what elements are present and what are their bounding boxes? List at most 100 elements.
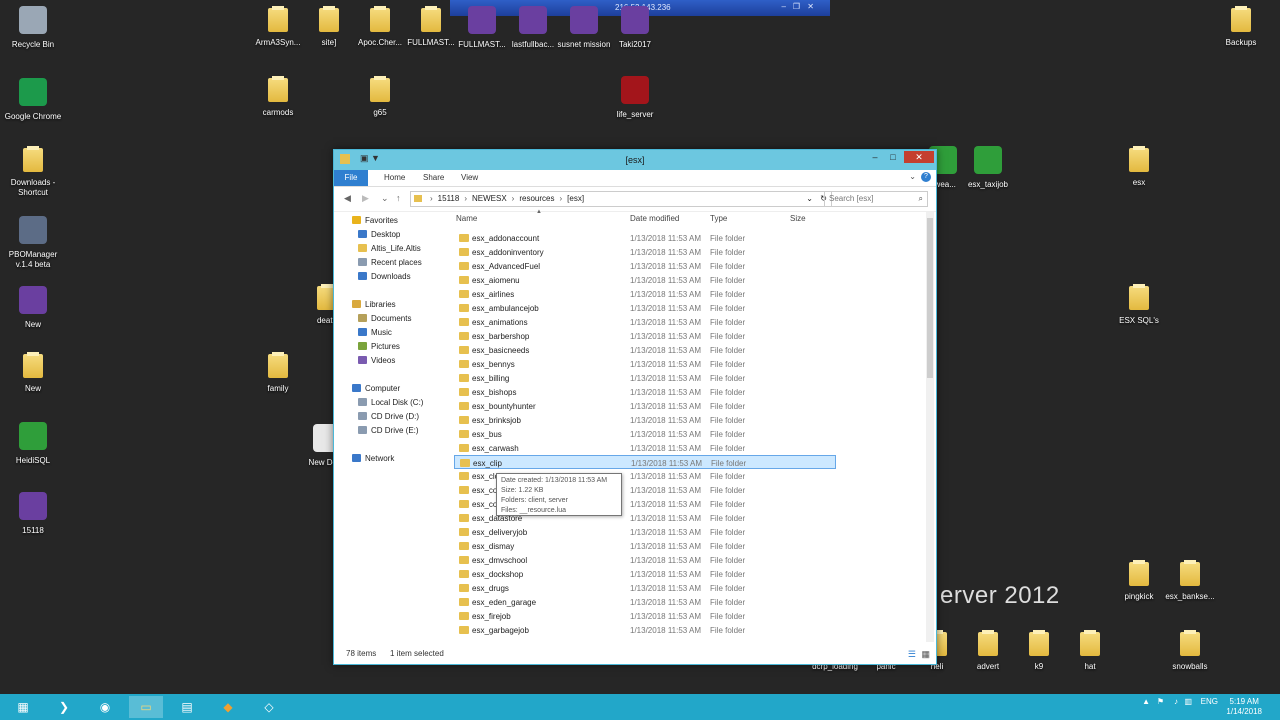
nav-item[interactable]: Altis_Life.Altis: [358, 244, 421, 253]
nav-item[interactable]: Local Disk (C:): [358, 398, 423, 407]
table-row[interactable]: esx_bishops 1/13/2018 11:53 AM File folder: [454, 385, 836, 399]
expand-ribbon-icon[interactable]: ⌄: [909, 172, 916, 181]
close-button[interactable]: ✕: [904, 151, 934, 163]
desktop-icon-item[interactable]: 15118: [0, 492, 66, 536]
nav-item[interactable]: Network: [352, 454, 394, 463]
nav-item[interactable]: Music: [358, 328, 392, 337]
table-row[interactable]: esx_deliveryjob 1/13/2018 11:53 AM File fo…: [454, 525, 836, 539]
network-status-icon[interactable]: ▥: [1184, 697, 1192, 706]
column-header-name[interactable]: Name: [456, 214, 477, 223]
nav-item[interactable]: Videos: [358, 356, 395, 365]
desktop-icon-item[interactable]: ESX SQL's: [1106, 284, 1172, 326]
desktop-icon-item[interactable]: Taki2017: [602, 6, 668, 50]
table-row[interactable]: esx_addoninventory 1/13/2018 11:53 AM File…: [454, 245, 836, 259]
table-row[interactable]: esx_eden_garage 1/13/2018 11:53 AM File fo…: [454, 595, 836, 609]
clock[interactable]: 5:19 AM 1/14/2018: [1226, 697, 1262, 717]
nav-item[interactable]: Recent places: [358, 258, 422, 267]
address-bar[interactable]: › 15118 › NEWESX › resources › [esx] ⌄ ↻: [410, 191, 832, 207]
table-row[interactable]: esx_brinksjob 1/13/2018 11:53 AM File fold…: [454, 413, 836, 427]
table-row[interactable]: esx_animations 1/13/2018 11:53 AM File fol…: [454, 315, 836, 329]
table-row[interactable]: esx_AdvancedFuel 1/13/2018 11:53 AM File f…: [454, 259, 836, 273]
breadcrumb-item[interactable]: [esx]: [567, 194, 584, 203]
table-row[interactable]: esx_clip 1/13/2018 11:53 AM File folder: [454, 455, 836, 469]
desktop-icon-item[interactable]: HeidiSQL: [0, 422, 66, 466]
app-icon[interactable]: ◇: [252, 696, 286, 718]
tray-arrow-icon[interactable]: ▲: [1142, 697, 1150, 706]
desktop-icon-item[interactable]: life_server: [602, 76, 668, 120]
nav-item[interactable]: CD Drive (E:): [358, 426, 419, 435]
powershell-icon[interactable]: ❯: [47, 696, 81, 718]
search-input[interactable]: Search [esx] ⌕: [824, 191, 928, 207]
table-row[interactable]: esx_airlines 1/13/2018 11:53 AM File folde…: [454, 287, 836, 301]
table-row[interactable]: esx_billing 1/13/2018 11:53 AM File folder: [454, 371, 836, 385]
breadcrumb-item[interactable]: NEWESX: [472, 194, 507, 203]
desktop-icon-item[interactable]: hat: [1057, 630, 1123, 672]
nav-item[interactable]: Favorites: [352, 216, 398, 225]
desktop-icon-item[interactable]: New: [0, 352, 66, 394]
nav-item[interactable]: Libraries: [352, 300, 396, 309]
column-header-size[interactable]: Size: [790, 214, 806, 223]
desktop-icon-item[interactable]: family: [245, 352, 311, 394]
desktop-icon-item[interactable]: carmods: [245, 76, 311, 118]
tab-home[interactable]: Home: [384, 173, 405, 182]
table-row[interactable]: esx_barbershop 1/13/2018 11:53 AM File fol…: [454, 329, 836, 343]
desktop-icon-item[interactable]: New: [0, 286, 66, 330]
desktop-icon-item[interactable]: esx: [1106, 146, 1172, 188]
chrome-icon[interactable]: ◉: [88, 696, 122, 718]
breadcrumb-separator[interactable]: ›: [512, 194, 515, 203]
recent-locations-icon[interactable]: ⌄: [381, 193, 389, 204]
minimize-remote-icon[interactable]: ‒: [782, 2, 786, 11]
explorer-window[interactable]: ▣ ▼ [esx] ‒ □ ✕ File Home Share View ⌄ ?…: [333, 149, 937, 665]
table-row[interactable]: esx_aiomenu 1/13/2018 11:53 AM File folder: [454, 273, 836, 287]
file-explorer-icon[interactable]: ▭: [129, 696, 163, 718]
breadcrumb-separator[interactable]: ›: [559, 194, 562, 203]
forward-icon[interactable]: ▶: [362, 193, 369, 204]
vertical-scrollbar[interactable]: [926, 212, 934, 642]
notepad-icon[interactable]: ▤: [170, 696, 204, 718]
tab-share[interactable]: Share: [423, 173, 444, 182]
restore-remote-icon[interactable]: ❐: [793, 2, 800, 11]
desktop-icon-item[interactable]: PBOManager v.1.4 beta: [0, 216, 66, 270]
table-row[interactable]: esx_dismay 1/13/2018 11:53 AM File folder: [454, 539, 836, 553]
desktop-icon-item[interactable]: esx_bankse...: [1157, 560, 1223, 602]
breadcrumb-separator[interactable]: ›: [430, 194, 433, 203]
desktop-icon-item[interactable]: snowballs: [1157, 630, 1223, 672]
column-header-date[interactable]: Date modified: [630, 214, 679, 223]
back-icon[interactable]: ◀: [344, 193, 351, 204]
desktop-icon-item[interactable]: Backups: [1208, 6, 1274, 48]
large-icons-view-icon[interactable]: ▦: [921, 649, 930, 660]
server-manager-icon[interactable]: ▦: [6, 696, 40, 718]
tab-view[interactable]: View: [461, 173, 478, 182]
input-language[interactable]: ENG: [1201, 697, 1218, 706]
up-icon[interactable]: ↑: [396, 193, 401, 203]
help-icon[interactable]: ?: [921, 172, 931, 182]
table-row[interactable]: esx_bountyhunter 1/13/2018 11:53 AM File f…: [454, 399, 836, 413]
breadcrumb-item[interactable]: resources: [519, 194, 554, 203]
details-view-icon[interactable]: ☰: [908, 649, 916, 660]
nav-item[interactable]: Documents: [358, 314, 411, 323]
table-row[interactable]: esx_addonaccount 1/13/2018 11:53 AM File f…: [454, 231, 836, 245]
breadcrumb-separator[interactable]: ›: [464, 194, 467, 203]
column-header-type[interactable]: Type: [710, 214, 727, 223]
nav-item[interactable]: Computer: [352, 384, 400, 393]
paint-icon[interactable]: ◆: [211, 696, 245, 718]
table-row[interactable]: esx_dmvschool 1/13/2018 11:53 AM File fold…: [454, 553, 836, 567]
window-titlebar[interactable]: ▣ ▼ [esx] ‒ □ ✕: [334, 150, 936, 170]
close-remote-icon[interactable]: ✕: [807, 2, 814, 11]
desktop-icon-item[interactable]: Recycle Bin: [0, 6, 66, 50]
breadcrumb[interactable]: › 15118 › NEWESX › resources › [esx]: [425, 194, 584, 203]
table-row[interactable]: esx_bus 1/13/2018 11:53 AM File folder: [454, 427, 836, 441]
desktop-icon-item[interactable]: Google Chrome: [0, 78, 66, 122]
table-row[interactable]: esx_dockshop 1/13/2018 11:53 AM File folde…: [454, 567, 836, 581]
table-row[interactable]: esx_basicneeds 1/13/2018 11:53 AM File fol…: [454, 343, 836, 357]
table-row[interactable]: esx_ambulancejob 1/13/2018 11:53 AM File f…: [454, 301, 836, 315]
maximize-button[interactable]: □: [884, 151, 902, 163]
table-row[interactable]: esx_drugs 1/13/2018 11:53 AM File folder: [454, 581, 836, 595]
nav-item[interactable]: Pictures: [358, 342, 400, 351]
table-row[interactable]: esx_carwash 1/13/2018 11:53 AM File folder: [454, 441, 836, 455]
nav-item[interactable]: CD Drive (D:): [358, 412, 419, 421]
minimize-button[interactable]: ‒: [866, 151, 884, 163]
table-row[interactable]: esx_garbagejob 1/13/2018 11:53 AM File fol…: [454, 623, 836, 637]
flag-icon[interactable]: ⚑: [1157, 697, 1164, 706]
address-dropdown-icon[interactable]: ⌄: [806, 192, 813, 206]
